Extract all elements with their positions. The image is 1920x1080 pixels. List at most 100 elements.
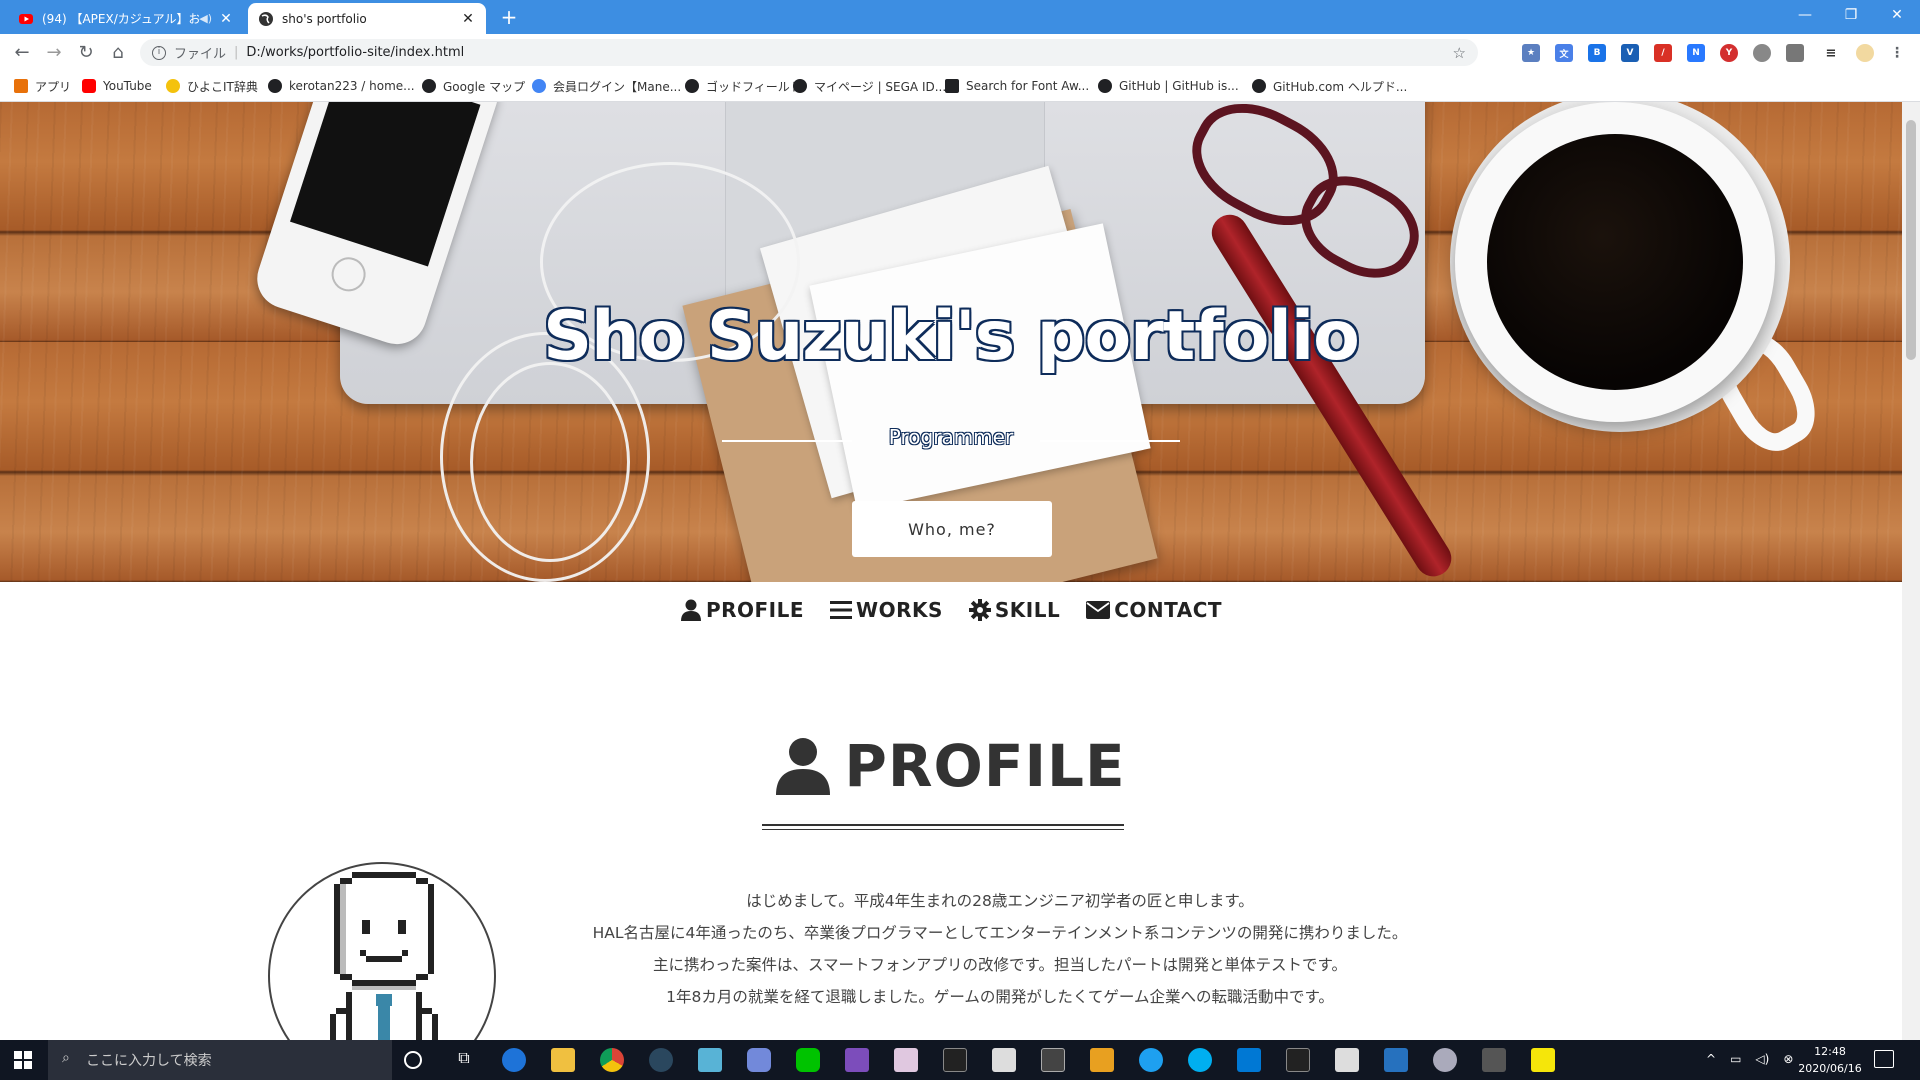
task-view-icon[interactable]: ⧉: [452, 1048, 476, 1072]
globe-icon: [268, 79, 282, 93]
app-icon[interactable]: [1090, 1048, 1114, 1072]
powershell-icon[interactable]: [1384, 1048, 1408, 1072]
info-icon[interactable]: i: [152, 45, 166, 60]
app-icon[interactable]: [1482, 1048, 1506, 1072]
close-tab-icon[interactable]: ✕: [460, 11, 476, 27]
address-bar[interactable]: i ファイル | D:/works/portfolio-site/index.h…: [140, 39, 1478, 66]
cortana-icon[interactable]: [404, 1051, 422, 1069]
bookmark-kerotan[interactable]: kerotan223 / home...: [268, 77, 415, 95]
clock-date: 2020/06/16: [1798, 1062, 1862, 1075]
bookmark-github[interactable]: GitHub | GitHub is...: [1098, 77, 1239, 95]
steam-icon[interactable]: [649, 1048, 673, 1072]
nav-profile[interactable]: PROFILE: [680, 592, 804, 628]
translate-icon[interactable]: 文: [1555, 44, 1573, 62]
tab-youtube[interactable]: (94) 【APEX/カジュアル】お嬢様 ◀) ✕: [8, 3, 244, 34]
bookmark-label: ゴッドフィールド: [706, 79, 802, 94]
sticky-notes-icon[interactable]: [1531, 1048, 1555, 1072]
chrome-icon[interactable]: [600, 1048, 624, 1072]
extension-icon[interactable]: ★: [1522, 44, 1540, 62]
profile-heading-text: PROFILE: [844, 732, 1126, 800]
discord-icon[interactable]: [747, 1048, 771, 1072]
bookmark-member-login[interactable]: 会員ログイン【Mane...: [532, 77, 681, 95]
bookmark-star-icon[interactable]: ☆: [1453, 44, 1466, 62]
search-placeholder: ここに入力して検索: [86, 1053, 212, 1069]
visual-studio-icon[interactable]: [845, 1048, 869, 1072]
media-icon[interactable]: ≡: [1822, 44, 1840, 62]
pixel-avatar: [268, 862, 496, 1040]
main-nav: PROFILE WORKS SKILL CONTACT: [0, 592, 1902, 628]
menu-icon[interactable]: ⋮: [1888, 44, 1906, 62]
address-url[interactable]: D:/works/portfolio-site/index.html: [246, 45, 464, 60]
bookmark-hiyoko[interactable]: ひよこIT辞典: [166, 77, 258, 95]
clock-time: 12:48: [1814, 1045, 1846, 1058]
app-icon[interactable]: [1335, 1048, 1359, 1072]
new-tab-button[interactable]: +: [498, 6, 520, 28]
avatar[interactable]: [1856, 44, 1874, 62]
bookmark-google-maps[interactable]: Google マップ: [422, 77, 525, 95]
nav-contact[interactable]: CONTACT: [1086, 592, 1222, 628]
ie-icon[interactable]: [1139, 1048, 1163, 1072]
nav-works[interactable]: WORKS: [830, 592, 943, 628]
bookmark-youtube[interactable]: YouTube: [82, 77, 152, 95]
app-icon[interactable]: [894, 1048, 918, 1072]
tab-title: sho's portfolio: [282, 11, 367, 26]
reload-button[interactable]: ↻: [74, 40, 98, 64]
bookmark-label: GitHub | GitHub is...: [1119, 79, 1239, 93]
extension-icon[interactable]: B: [1588, 44, 1606, 62]
line-icon[interactable]: [796, 1048, 820, 1072]
taskbar-clock[interactable]: 12:48 2020/06/16: [1790, 1043, 1870, 1077]
extension-icon[interactable]: [1753, 44, 1771, 62]
scrollbar-thumb[interactable]: [1906, 120, 1916, 360]
address-separator: |: [234, 45, 239, 60]
chevron-up-icon[interactable]: ^: [1706, 1052, 1716, 1066]
restore-button[interactable]: ❐: [1828, 0, 1874, 30]
extension-icon[interactable]: V: [1621, 44, 1639, 62]
tab-portfolio[interactable]: sho's portfolio ✕: [248, 3, 486, 34]
volume-icon[interactable]: ◁): [1755, 1052, 1769, 1066]
action-center-icon[interactable]: [1874, 1050, 1894, 1068]
windows-start-icon[interactable]: [14, 1051, 32, 1069]
pixel-person-icon: [330, 872, 438, 1040]
edge-icon[interactable]: [502, 1048, 526, 1072]
taskbar-search[interactable]: ⌕ ここに入力して検索: [48, 1040, 392, 1080]
nav-label: CONTACT: [1114, 598, 1223, 622]
extension-icon[interactable]: [1786, 44, 1804, 62]
page-scrollbar[interactable]: [1902, 102, 1920, 1040]
calculator-icon[interactable]: [1041, 1048, 1065, 1072]
app-icon[interactable]: [698, 1048, 722, 1072]
who-me-button[interactable]: Who, me?: [852, 501, 1052, 557]
minimize-button[interactable]: —: [1782, 0, 1828, 30]
terminal-icon[interactable]: [1286, 1048, 1310, 1072]
bookmark-godfield[interactable]: ゴッドフィールド: [685, 77, 802, 95]
file-explorer-icon[interactable]: [551, 1048, 575, 1072]
intro-line: 1年8カ月の就業を経て退職しました。ゲームの開発がしたくてゲーム企業への転職活動…: [666, 988, 1334, 1006]
bookmark-label: GitHub.com ヘルプド...: [1273, 79, 1408, 94]
nav-skill[interactable]: SKILL: [968, 592, 1060, 628]
profile-intro: はじめまして。平成4年生まれの28歳エンジニア初学者の匠と申します。 HAL名古…: [500, 885, 1500, 1013]
terminal-icon[interactable]: [943, 1048, 967, 1072]
bookmark-apps[interactable]: アプリ: [14, 77, 71, 95]
network-icon[interactable]: ▭: [1730, 1052, 1741, 1066]
extension-icon[interactable]: N: [1687, 44, 1705, 62]
extension-icon[interactable]: Y: [1720, 44, 1738, 62]
hero-subtitle: Programmer: [888, 425, 1014, 449]
app-icon[interactable]: [1433, 1048, 1457, 1072]
speaker-icon[interactable]: ◀): [199, 12, 212, 25]
intro-line: はじめまして。平成4年生まれの28歳エンジニア初学者の匠と申します。: [746, 892, 1254, 910]
google-icon: [532, 79, 546, 93]
globe-icon: [259, 11, 273, 26]
close-tab-icon[interactable]: ✕: [218, 11, 234, 27]
bookmark-font-awesome[interactable]: Search for Font Aw...: [945, 77, 1089, 95]
home-button[interactable]: ⌂: [106, 40, 130, 64]
skype-icon[interactable]: [1188, 1048, 1212, 1072]
back-button[interactable]: ←: [10, 40, 34, 64]
bookmark-sega-id[interactable]: マイページ | SEGA ID...: [793, 77, 946, 95]
vscode-icon[interactable]: [1237, 1048, 1261, 1072]
forward-button[interactable]: →: [42, 40, 66, 64]
nav-label: WORKS: [856, 598, 943, 622]
bookmark-github-help[interactable]: GitHub.com ヘルプド...: [1252, 77, 1407, 95]
search-icon: ⌕: [62, 1050, 70, 1066]
extension-icon[interactable]: /: [1654, 44, 1672, 62]
paint-icon[interactable]: [992, 1048, 1016, 1072]
close-window-button[interactable]: ✕: [1874, 0, 1920, 30]
